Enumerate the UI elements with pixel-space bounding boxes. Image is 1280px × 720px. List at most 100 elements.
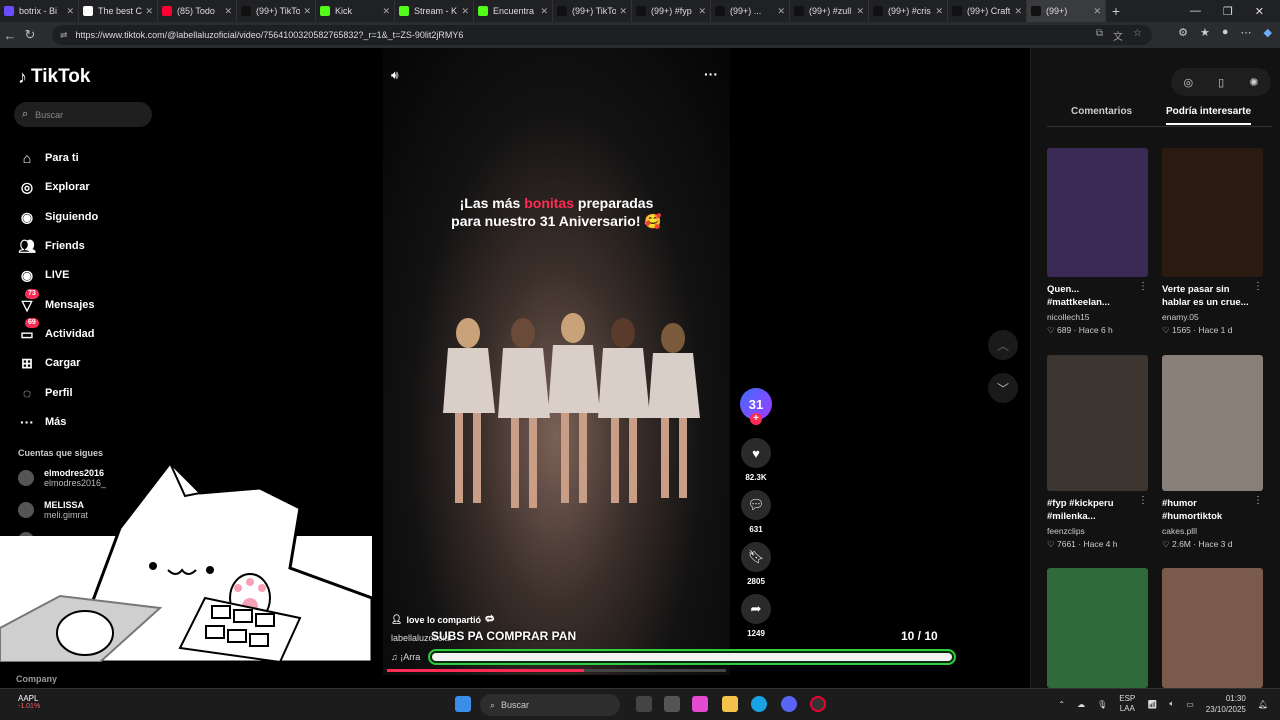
- browser-tab[interactable]: The best C ✕: [79, 0, 158, 22]
- video-thumbnail[interactable]: [1047, 148, 1148, 277]
- favorites-icon[interactable]: ★: [1200, 26, 1210, 39]
- follow-plus-icon[interactable]: +: [750, 413, 762, 425]
- close-tab-icon[interactable]: ✕: [540, 6, 548, 17]
- close-tab-icon[interactable]: ✕: [303, 6, 311, 17]
- heart-icon[interactable]: ♥: [741, 438, 771, 468]
- sidebar-item-perfil[interactable]: ◌ Perfil: [18, 383, 73, 403]
- share-icon[interactable]: ➦: [741, 594, 771, 624]
- card-more-icon[interactable]: ⋮: [1138, 281, 1148, 292]
- creator-avatar[interactable]: 31 +: [738, 388, 774, 425]
- search-input[interactable]: ⌕ Buscar: [14, 102, 152, 127]
- battery-icon[interactable]: ▭: [1186, 700, 1194, 709]
- close-tab-icon[interactable]: ✕: [777, 6, 785, 17]
- close-tab-icon[interactable]: ✕: [66, 6, 74, 17]
- card-author[interactable]: nicollech15: [1047, 312, 1148, 322]
- previous-video-button[interactable]: ︿: [988, 330, 1018, 360]
- video-thumbnail[interactable]: [1162, 568, 1263, 688]
- sidebar-item-para-ti[interactable]: ⌂ Para ti: [18, 148, 79, 168]
- notification-icon[interactable]: 🔔︎: [1258, 700, 1268, 709]
- edge-icon[interactable]: [751, 696, 767, 712]
- app-icon[interactable]: [810, 696, 826, 712]
- video-thumbnail[interactable]: [1162, 148, 1263, 277]
- avatar[interactable]: 31 +: [740, 388, 772, 425]
- close-tab-icon[interactable]: ✕: [935, 6, 943, 17]
- wifi-icon[interactable]: 📶︎: [1147, 700, 1157, 709]
- browser-tab[interactable]: botrix - Bi ✕: [0, 0, 79, 22]
- reload-icon[interactable]: ↻: [20, 27, 40, 43]
- recommended-video-card[interactable]: ⋮ #fyp #kickperu #milenka... feenzclips ♡ 7…: [1047, 355, 1148, 550]
- next-video-button[interactable]: ﹀: [988, 373, 1018, 403]
- minimize-icon[interactable]: —: [1190, 5, 1201, 18]
- tray-chevron-icon[interactable]: ⌃: [1058, 700, 1065, 709]
- close-tab-icon[interactable]: ✕: [698, 6, 706, 17]
- close-tab-icon[interactable]: ✕: [1014, 6, 1022, 17]
- browser-tab[interactable]: (99+) #zull ✕: [790, 0, 869, 22]
- video-progress-bar[interactable]: [387, 669, 726, 672]
- browser-tab[interactable]: (99+) TikTo ✕: [553, 0, 632, 22]
- close-tab-icon[interactable]: ✕: [224, 6, 232, 17]
- sidebar-item-friends[interactable]: 👥︎ Friends: [18, 236, 85, 256]
- recommended-video-card[interactable]: ⋮ #humor #humortiktok cakes.plll ♡ 2.6M · H…: [1162, 355, 1263, 550]
- comment-action[interactable]: 💬︎ 631: [738, 490, 774, 534]
- close-tab-icon[interactable]: ✕: [382, 6, 390, 17]
- card-more-icon[interactable]: ⋮: [1253, 495, 1263, 506]
- close-tab-icon[interactable]: ✕: [1093, 6, 1101, 17]
- video-thumbnail[interactable]: [1047, 355, 1148, 491]
- card-more-icon[interactable]: ⋮: [1253, 281, 1263, 292]
- back-icon[interactable]: ←: [0, 28, 20, 43]
- extension-icon[interactable]: ⚙: [1178, 26, 1188, 39]
- browser-tab[interactable]: (85) Todo ✕: [158, 0, 237, 22]
- like-action[interactable]: ♥ 82.3K: [738, 438, 774, 482]
- store-icon[interactable]: [664, 696, 680, 712]
- browser-tab[interactable]: Encuentra ✕: [474, 0, 553, 22]
- close-tab-icon[interactable]: ✕: [461, 6, 469, 17]
- close-tab-icon[interactable]: ✕: [145, 6, 153, 17]
- card-author[interactable]: feenzclips: [1047, 526, 1148, 536]
- browser-tab[interactable]: Kick ✕: [316, 0, 395, 22]
- video-options-icon[interactable]: ···: [704, 66, 718, 82]
- sidebar-item-explorar[interactable]: ◎ Explorar: [18, 177, 90, 197]
- translate-icon[interactable]: 文: [1113, 28, 1123, 43]
- browser-tab[interactable]: (99+) #cris ✕: [869, 0, 948, 22]
- close-tab-icon[interactable]: ✕: [856, 6, 864, 17]
- card-author[interactable]: cakes.plll: [1162, 526, 1263, 536]
- clock[interactable]: 01:30 23/10/2025: [1206, 693, 1246, 715]
- save-action[interactable]: 🔖︎ 2805: [738, 542, 774, 586]
- url-field[interactable]: ⇌ https://www.tiktok.com/@labellaluzofic…: [52, 25, 1152, 45]
- browser-tab[interactable]: (99+) #fyp ✕: [632, 0, 711, 22]
- card-author[interactable]: enamy.05: [1162, 312, 1263, 322]
- bookmark-star-icon[interactable]: ☆: [1133, 28, 1142, 43]
- browser-tab[interactable]: Stream - K ✕: [395, 0, 474, 22]
- onedrive-icon[interactable]: ☁: [1077, 700, 1085, 709]
- close-tab-icon[interactable]: ✕: [619, 6, 627, 17]
- video-thumbnail[interactable]: [1162, 355, 1263, 491]
- user-avatar-icon[interactable]: ✺: [1249, 76, 1258, 89]
- recommended-video-card[interactable]: [1162, 568, 1263, 688]
- video-player[interactable]: 🔊︎ ··· ¡Las más bonitas preparadas para …: [383, 48, 730, 675]
- tab-recommended[interactable]: Podría interesarte: [1166, 106, 1252, 125]
- close-window-icon[interactable]: ✕: [1255, 5, 1264, 18]
- browser-tab[interactable]: (99+) TikTo ✕: [237, 0, 316, 22]
- browser-tab[interactable]: (99+) ... ✕: [711, 0, 790, 22]
- video-thumbnail[interactable]: [1047, 568, 1148, 688]
- sidebar-item-actividad[interactable]: ▭ 69 Actividad: [18, 318, 95, 344]
- input-language[interactable]: ESP LAA: [1119, 694, 1135, 714]
- file-explorer-icon[interactable]: [722, 696, 738, 712]
- browser-tab[interactable]: (99+) Craft ✕: [948, 0, 1027, 22]
- copilot-icon[interactable]: ◆: [1264, 26, 1272, 39]
- task-view-icon[interactable]: [636, 696, 652, 712]
- open-app-icon[interactable]: ⧉: [1096, 28, 1103, 43]
- card-more-icon[interactable]: ⋮: [1138, 495, 1148, 506]
- coin-icon[interactable]: ◎: [1184, 76, 1194, 89]
- device-icon[interactable]: ▯: [1218, 76, 1224, 89]
- windows-start-icon[interactable]: [455, 696, 471, 712]
- mic-icon[interactable]: 🎙︎: [1097, 700, 1107, 709]
- sidebar-item-siguiendo[interactable]: ◉ Siguiendo: [18, 207, 98, 227]
- browser-tab[interactable]: (99+) ✕: [1027, 0, 1106, 22]
- maximize-icon[interactable]: ❐: [1223, 5, 1233, 18]
- volume-tray-icon[interactable]: 🔈︎: [1169, 699, 1174, 709]
- sidebar-item-m-s[interactable]: ··· Más: [18, 412, 66, 432]
- comment-icon[interactable]: 💬︎: [741, 490, 771, 520]
- sidebar-item-mensajes[interactable]: ▽ 73 Mensajes: [18, 289, 95, 315]
- menu-dots-icon[interactable]: ⋯: [1241, 26, 1252, 39]
